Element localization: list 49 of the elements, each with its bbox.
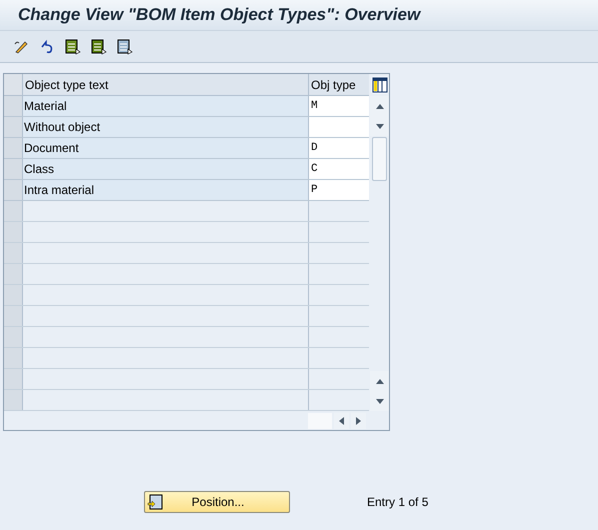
scroll-left-button[interactable] [334, 412, 349, 428]
row-selector[interactable] [4, 285, 23, 305]
up-triangle-icon [376, 104, 384, 108]
select-all-cell[interactable] [4, 74, 23, 95]
column-header[interactable]: Object type text [23, 74, 309, 95]
column-header[interactable]: Obj type [309, 74, 369, 95]
table-cell: Document [23, 138, 309, 158]
row-selector[interactable] [4, 117, 23, 137]
position-button[interactable]: Position... [144, 491, 290, 513]
scroll-down-button[interactable] [370, 391, 389, 411]
list-icon[interactable] [116, 38, 134, 56]
row-selector[interactable] [4, 138, 23, 158]
horizontal-scrollbar-track [308, 412, 332, 428]
table-cell: Class [23, 159, 309, 179]
row-selector[interactable] [4, 222, 23, 242]
row-selector[interactable] [4, 243, 23, 263]
row-selector[interactable] [4, 390, 23, 410]
left-triangle-icon [339, 416, 344, 424]
code-input[interactable]: P [309, 180, 369, 200]
row-selector[interactable] [4, 159, 23, 179]
row-selector[interactable] [4, 96, 23, 116]
position-icon [147, 494, 163, 510]
scroll-down-button[interactable] [370, 116, 389, 136]
list-icon[interactable] [64, 38, 82, 56]
table-cell: Without object [23, 117, 309, 137]
row-selector[interactable] [4, 327, 23, 347]
window-title: Change View "BOM Item Object Types": Overview [18, 4, 420, 26]
code-input[interactable]: M [309, 96, 369, 116]
row-selector[interactable] [4, 348, 23, 368]
list-icon[interactable] [90, 38, 108, 56]
right-triangle-icon [356, 416, 361, 424]
code-input[interactable] [309, 117, 369, 137]
scrollbar-thumb[interactable] [372, 137, 387, 181]
code-input[interactable]: C [309, 159, 369, 179]
row-selector[interactable] [4, 180, 23, 200]
up-triangle-icon [376, 378, 384, 384]
row-selector[interactable] [4, 264, 23, 284]
table-cell: Intra material [23, 180, 309, 200]
row-selector[interactable] [4, 306, 23, 326]
code-input[interactable]: D [309, 138, 369, 158]
table-cell: Material [23, 96, 309, 116]
scroll-up-button[interactable] [370, 96, 389, 116]
entry-info: Entry 1 of 5 [367, 494, 428, 511]
scroll-right-button[interactable] [351, 412, 366, 428]
row-selector[interactable] [4, 369, 23, 389]
row-selector[interactable] [4, 201, 23, 221]
down-triangle-icon [376, 398, 384, 404]
scroll-up-button[interactable] [370, 371, 389, 391]
down-triangle-icon [376, 124, 384, 128]
